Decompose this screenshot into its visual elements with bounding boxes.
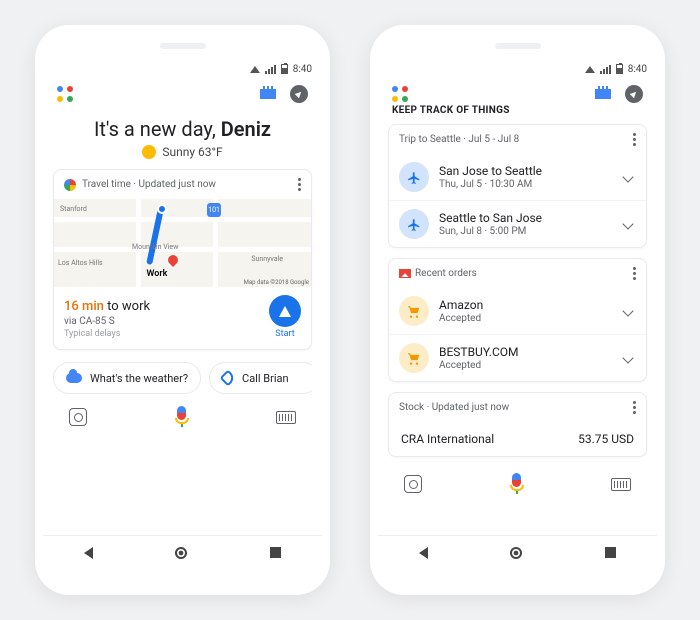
map-preview[interactable]: 101 Stanford Mountain View Los Altos Hil…	[54, 199, 311, 287]
trip-card: Trip to Seattle · Jul 5 - Jul 8 San Jose…	[388, 124, 647, 248]
stock-row[interactable]: CRA International 53.75 USD	[389, 422, 646, 456]
weather-summary: Sunny 63°F	[53, 145, 312, 169]
battery-icon	[281, 64, 288, 74]
mic-button[interactable]	[508, 473, 526, 495]
cart-icon	[399, 296, 429, 326]
stock-card: Stock · Updated just now CRA Internation…	[388, 392, 647, 457]
status-bar: 8:40	[43, 59, 322, 79]
phone-left: 8:40 It's a new day, Deniz Sunny 63°F	[35, 25, 330, 595]
chip-weather[interactable]: What's the weather?	[53, 362, 201, 394]
plane-icon	[399, 209, 429, 239]
plane-icon	[399, 162, 429, 192]
more-icon[interactable]	[633, 401, 636, 414]
assistant-logo-icon[interactable]	[392, 86, 408, 102]
cart-icon	[399, 343, 429, 373]
inbox-icon[interactable]	[595, 89, 611, 99]
battery-icon	[616, 64, 623, 74]
status-bar: 8:40	[378, 59, 657, 79]
app-header	[378, 79, 657, 105]
more-icon[interactable]	[633, 267, 636, 280]
orders-card: Recent orders Amazon Accepted	[388, 258, 647, 382]
maps-icon	[64, 179, 76, 191]
flight-row[interactable]: San Jose to Seattle Thu, Jul 5 · 10:30 A…	[389, 154, 646, 200]
inbox-icon[interactable]	[260, 89, 276, 99]
order-row[interactable]: BESTBUY.COM Accepted	[389, 334, 646, 381]
mic-button[interactable]	[173, 406, 191, 428]
stock-header: Stock · Updated just now	[399, 402, 509, 413]
chevron-down-icon	[622, 305, 633, 316]
explore-icon[interactable]	[625, 85, 643, 103]
suggestion-chips: What's the weather? Call Brian	[53, 360, 312, 400]
nav-home-button[interactable]	[175, 547, 187, 559]
nav-back-button[interactable]	[419, 547, 428, 559]
lens-icon[interactable]	[69, 408, 87, 426]
android-navbar	[43, 535, 322, 569]
origin-pin-icon	[157, 204, 167, 214]
cell-icon	[600, 65, 611, 74]
map-attribution: Map data ©2018 Google	[244, 279, 309, 286]
hwy-shield: 101	[207, 203, 221, 217]
dest-pin-icon	[165, 251, 182, 268]
greeting: It's a new day, Deniz	[53, 105, 312, 145]
nav-arrow-icon	[269, 295, 301, 327]
nav-recent-button[interactable]	[605, 547, 616, 558]
chip-call[interactable]: Call Brian	[209, 362, 312, 394]
trip-header: Trip to Seattle · Jul 5 - Jul 8	[399, 134, 519, 145]
input-bar	[53, 400, 312, 432]
nav-recent-button[interactable]	[270, 547, 281, 558]
assistant-logo-icon[interactable]	[57, 86, 73, 102]
lens-icon[interactable]	[404, 475, 422, 493]
clock: 8:40	[293, 64, 312, 75]
signal-icon	[585, 66, 595, 73]
cloud-icon	[66, 373, 82, 383]
gmail-icon	[399, 269, 411, 278]
keyboard-icon[interactable]	[611, 478, 631, 491]
input-bar	[388, 467, 647, 499]
clock: 8:40	[628, 64, 647, 75]
chevron-down-icon	[622, 218, 633, 229]
cell-icon	[265, 65, 276, 74]
phone-right: 8:40 KEEP TRACK OF THINGS Trip to Seattl…	[370, 25, 665, 595]
dest-label: Work	[147, 269, 168, 279]
keyboard-icon[interactable]	[276, 411, 296, 424]
chevron-down-icon	[622, 171, 633, 182]
phone-icon	[220, 370, 237, 387]
eta-block: 16 min to work via CA-85 S Typical delay…	[64, 299, 150, 339]
flight-row[interactable]: Seattle to San Jose Sun, Jul 8 · 5:00 PM	[389, 200, 646, 247]
nav-back-button[interactable]	[84, 547, 93, 559]
sun-icon	[142, 145, 156, 159]
more-icon[interactable]	[298, 178, 301, 191]
nav-home-button[interactable]	[510, 547, 522, 559]
order-row[interactable]: Amazon Accepted	[389, 288, 646, 334]
start-nav-button[interactable]: Start	[269, 295, 301, 339]
explore-icon[interactable]	[290, 85, 308, 103]
android-navbar	[378, 535, 657, 569]
gmail-label: Recent orders	[399, 268, 477, 279]
section-title: KEEP TRACK OF THINGS	[388, 105, 647, 124]
more-icon[interactable]	[633, 133, 636, 146]
travel-card: Travel time · Updated just now 101 Stanf…	[53, 169, 312, 350]
travel-card-header: Travel time · Updated just now	[82, 179, 216, 190]
chevron-down-icon	[622, 352, 633, 363]
app-header	[43, 79, 322, 105]
signal-icon	[250, 66, 260, 73]
